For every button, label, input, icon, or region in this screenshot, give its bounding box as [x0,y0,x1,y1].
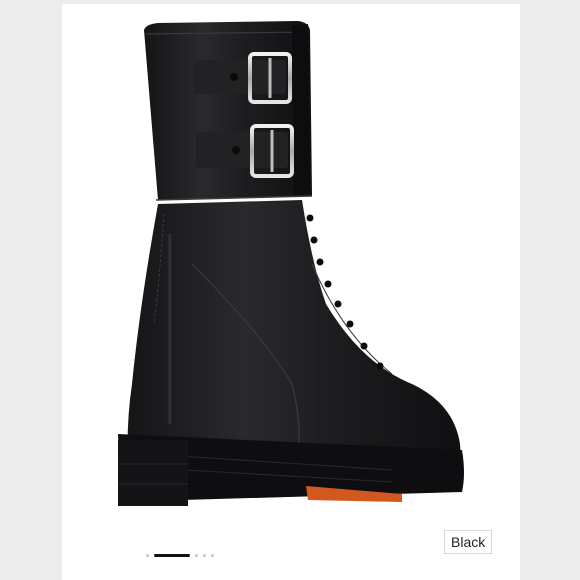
black-combat-boot-illustration [117,21,464,506]
carousel-dot-active[interactable] [154,553,190,557]
listing-frame: Black [0,0,580,580]
color-label: Black [444,530,493,554]
carousel-dot[interactable] [146,553,149,557]
image-carousel-indicator [146,552,214,558]
carousel-dot[interactable] [211,553,214,557]
carousel-dot[interactable] [195,553,198,557]
product-photo-card [62,4,520,580]
product-image[interactable] [62,4,520,564]
carousel-dot[interactable] [203,553,206,557]
